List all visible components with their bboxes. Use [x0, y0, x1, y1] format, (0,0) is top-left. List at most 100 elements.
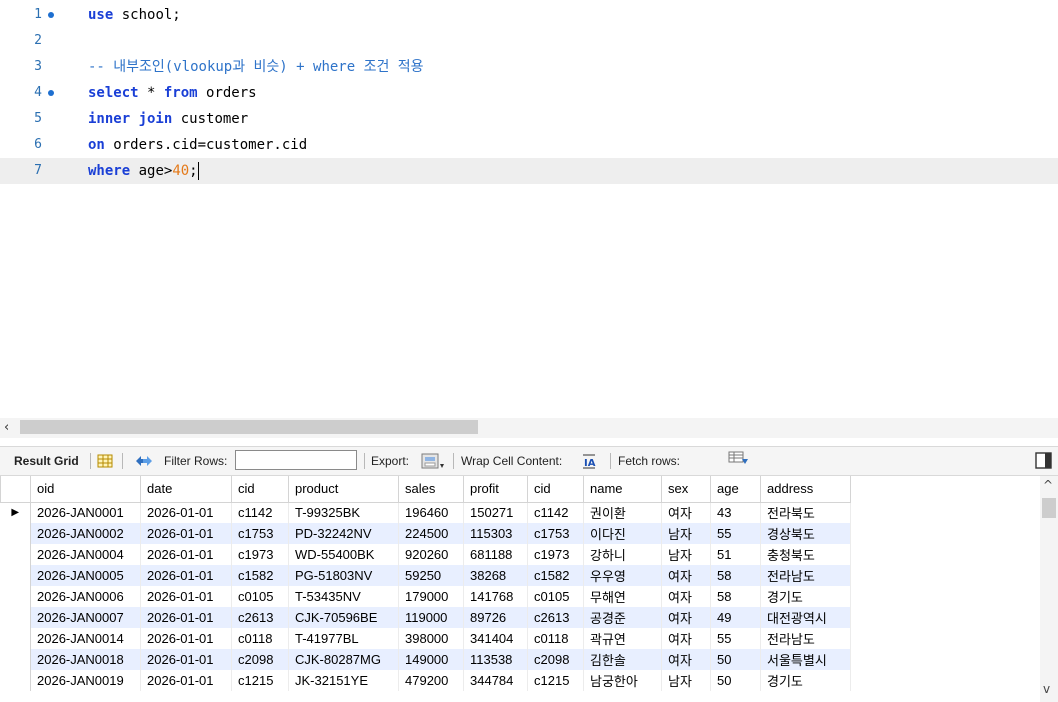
table-cell[interactable]: 920260	[398, 544, 464, 565]
table-cell[interactable]: c1582	[231, 565, 289, 586]
table-cell[interactable]: 681188	[463, 544, 528, 565]
table-cell[interactable]: c1753	[231, 523, 289, 544]
table-cell[interactable]: 119000	[398, 607, 464, 628]
table-cell[interactable]: c0105	[527, 586, 584, 607]
column-header[interactable]: cid	[527, 476, 584, 503]
table-cell[interactable]: c0118	[527, 628, 584, 649]
toggle-panel-icon[interactable]	[1035, 452, 1053, 470]
table-cell[interactable]: 2026-JAN0004	[30, 544, 141, 565]
column-header[interactable]: address	[760, 476, 851, 503]
table-cell[interactable]: 2026-01-01	[140, 628, 232, 649]
table-cell[interactable]: 150271	[463, 502, 528, 523]
grid-view-icon[interactable]	[97, 453, 113, 469]
table-cell[interactable]: 경기도	[760, 586, 851, 607]
table-cell[interactable]: 479200	[398, 670, 464, 691]
row-selector[interactable]: ▶	[0, 502, 31, 523]
table-cell[interactable]: c1973	[527, 544, 584, 565]
column-header[interactable]: oid	[30, 476, 141, 503]
table-cell[interactable]: 권이환	[583, 502, 662, 523]
result-grid-tab[interactable]: Result Grid	[14, 447, 79, 475]
table-cell[interactable]: 55	[710, 628, 761, 649]
table-cell[interactable]: 2026-JAN0005	[30, 565, 141, 586]
editor-line[interactable]: 1 use school;	[0, 2, 1058, 28]
export-icon[interactable]	[421, 452, 445, 470]
table-cell[interactable]: 179000	[398, 586, 464, 607]
scroll-left-icon[interactable]: ‹	[4, 420, 9, 435]
code-text[interactable]: where age>40;	[88, 158, 199, 184]
table-cell[interactable]: c1215	[231, 670, 289, 691]
table-cell[interactable]: 남궁한아	[583, 670, 662, 691]
table-cell[interactable]: T-99325BK	[288, 502, 399, 523]
table-cell[interactable]: 43	[710, 502, 761, 523]
code-text[interactable]: select * from orders	[88, 80, 257, 106]
table-cell[interactable]: 398000	[398, 628, 464, 649]
editor-line[interactable]: 7 where age>40;	[0, 158, 1058, 184]
column-header[interactable]: sex	[661, 476, 711, 503]
table-cell[interactable]: 우우영	[583, 565, 662, 586]
table-cell[interactable]: 2026-JAN0019	[30, 670, 141, 691]
table-cell[interactable]: PD-32242NV	[288, 523, 399, 544]
sql-editor[interactable]: 1 use school; 2 3 -- 내부조인(vlookup과 비슷) + whe…	[0, 0, 1058, 418]
table-cell[interactable]: 2026-JAN0007	[30, 607, 141, 628]
table-cell[interactable]: 2026-01-01	[140, 670, 232, 691]
editor-line[interactable]: 5 inner join customer	[0, 106, 1058, 132]
fetch-rows-icon[interactable]	[728, 450, 750, 468]
table-cell[interactable]: T-53435NV	[288, 586, 399, 607]
table-row[interactable]: 2026-JAN0007 2026-01-01 c2613 CJK-70596BE 11…	[0, 607, 851, 628]
table-cell[interactable]: PG-51803NV	[288, 565, 399, 586]
table-cell[interactable]: 50	[710, 670, 761, 691]
result-grid[interactable]: oid date cid product sales profit cid name sex ag…	[0, 476, 1058, 702]
table-cell[interactable]: 224500	[398, 523, 464, 544]
table-cell[interactable]: 49	[710, 607, 761, 628]
editor-line[interactable]: 3 -- 내부조인(vlookup과 비슷) + where 조건 적용	[0, 54, 1058, 80]
row-selector[interactable]	[0, 523, 31, 544]
table-cell[interactable]: 전라남도	[760, 628, 851, 649]
table-row[interactable]: 2026-JAN0014 2026-01-01 c0118 T-41977BL 3980…	[0, 628, 851, 649]
table-cell[interactable]: 2026-JAN0006	[30, 586, 141, 607]
table-cell[interactable]: c1582	[527, 565, 584, 586]
table-cell[interactable]: 196460	[398, 502, 464, 523]
column-header[interactable]: cid	[231, 476, 289, 503]
table-cell[interactable]: 김한솔	[583, 649, 662, 670]
row-selector[interactable]	[0, 649, 31, 670]
table-cell[interactable]: c1215	[527, 670, 584, 691]
table-cell[interactable]: JK-32151YE	[288, 670, 399, 691]
editor-line[interactable]: 6 on orders.cid=customer.cid	[0, 132, 1058, 158]
table-cell[interactable]: 2026-01-01	[140, 607, 232, 628]
scroll-down-icon[interactable]: v	[1043, 682, 1050, 696]
table-row[interactable]: 2026-JAN0002 2026-01-01 c1753 PD-32242NV 224…	[0, 523, 851, 544]
table-cell[interactable]: 2026-JAN0018	[30, 649, 141, 670]
wrap-text-icon[interactable]: IA	[581, 453, 597, 469]
scrollbar-thumb[interactable]	[20, 420, 478, 434]
table-cell[interactable]: 341404	[463, 628, 528, 649]
table-cell[interactable]: 여자	[661, 586, 711, 607]
table-cell[interactable]: 여자	[661, 502, 711, 523]
editor-line[interactable]: 2	[0, 28, 1058, 54]
table-cell[interactable]: 여자	[661, 628, 711, 649]
row-selector[interactable]	[0, 607, 31, 628]
code-text[interactable]: -- 내부조인(vlookup과 비슷) + where 조건 적용	[88, 54, 424, 80]
table-cell[interactable]: T-41977BL	[288, 628, 399, 649]
table-cell[interactable]: 141768	[463, 586, 528, 607]
table-cell[interactable]: 이다진	[583, 523, 662, 544]
table-cell[interactable]: 공경준	[583, 607, 662, 628]
table-cell[interactable]: WD-55400BK	[288, 544, 399, 565]
code-text[interactable]: use school;	[88, 2, 181, 28]
table-cell[interactable]: 2026-01-01	[140, 523, 232, 544]
table-row[interactable]: ▶ 2026-JAN0001 2026-01-01 c1142 T-99325BK 196…	[0, 502, 851, 523]
column-header[interactable]: name	[583, 476, 662, 503]
table-cell[interactable]: 149000	[398, 649, 464, 670]
table-cell[interactable]: 충청북도	[760, 544, 851, 565]
table-cell[interactable]: 경상북도	[760, 523, 851, 544]
row-selector[interactable]	[0, 586, 31, 607]
table-cell[interactable]: CJK-80287MG	[288, 649, 399, 670]
code-text[interactable]: inner join customer	[88, 106, 248, 132]
table-cell[interactable]: CJK-70596BE	[288, 607, 399, 628]
table-cell[interactable]: 115303	[463, 523, 528, 544]
table-cell[interactable]: 89726	[463, 607, 528, 628]
column-header[interactable]: profit	[463, 476, 528, 503]
table-cell[interactable]: c1753	[527, 523, 584, 544]
table-cell[interactable]: 남자	[661, 670, 711, 691]
refresh-icon[interactable]	[134, 453, 154, 469]
table-cell[interactable]: c2613	[231, 607, 289, 628]
